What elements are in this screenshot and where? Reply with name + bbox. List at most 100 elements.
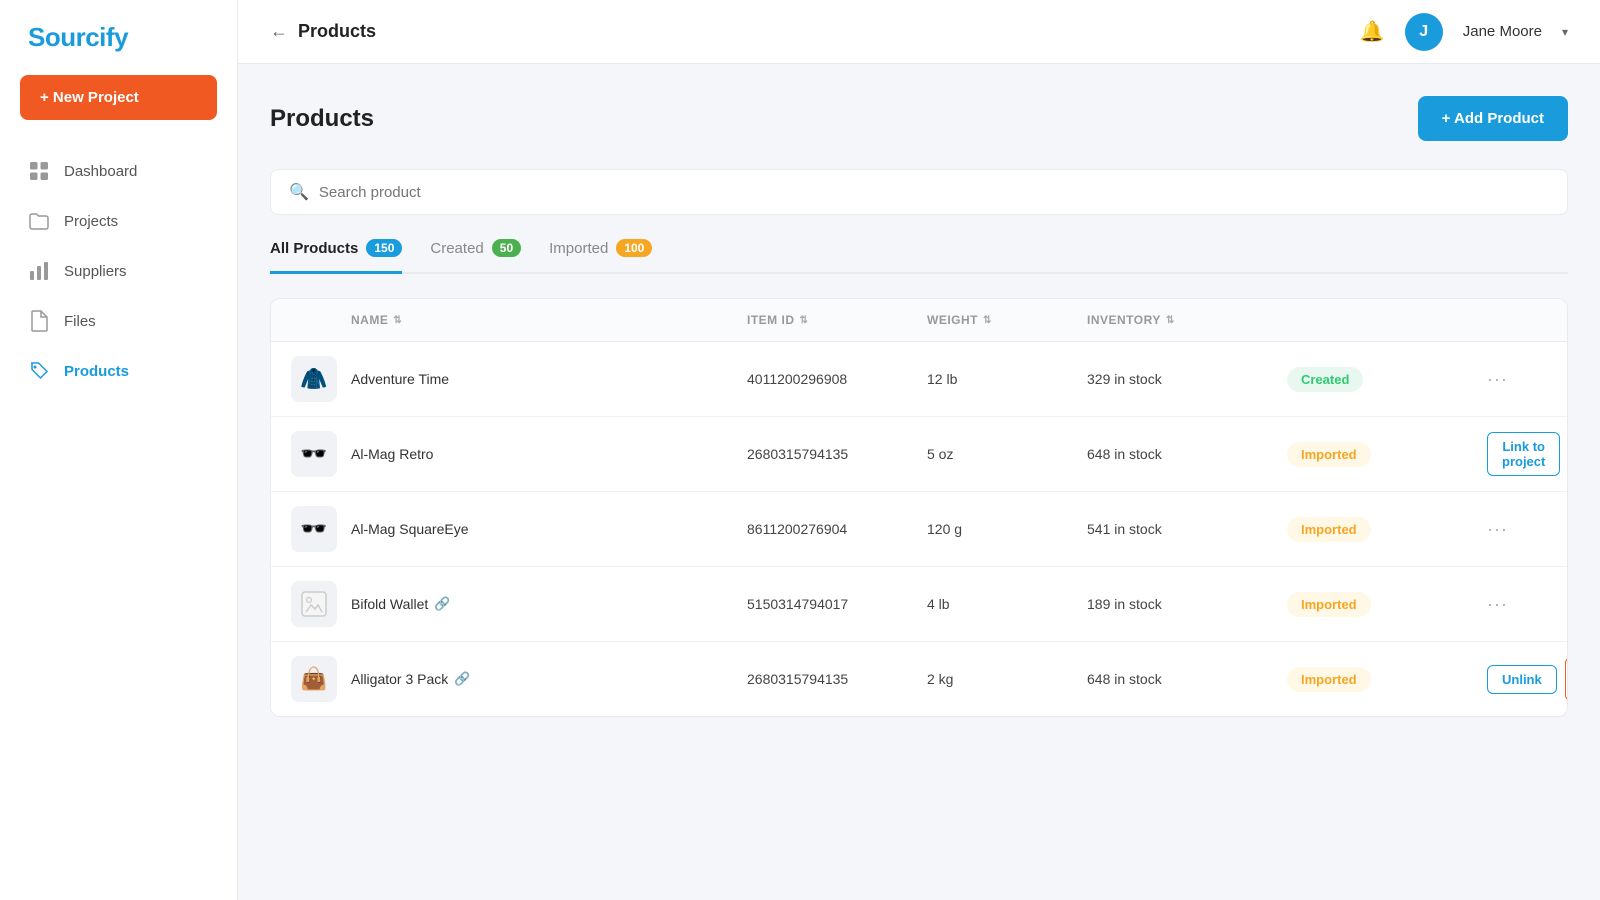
topbar: ← Products 🔔 J Jane Moore ▾ xyxy=(238,0,1600,64)
product-item-id: 2680315794135 xyxy=(747,446,927,462)
product-thumbnail: 🕶️ xyxy=(291,506,337,552)
content-header: Products + Add Product xyxy=(270,96,1568,141)
product-weight: 2 kg xyxy=(927,671,1087,687)
tag-icon xyxy=(28,360,50,382)
tab-created[interactable]: Created 50 xyxy=(430,239,521,274)
link-icon: 🔗 xyxy=(434,596,450,612)
sidebar-item-suppliers-label: Suppliers xyxy=(64,263,127,280)
product-actions: ··· xyxy=(1487,369,1547,390)
sidebar-item-products[interactable]: Products xyxy=(12,348,225,394)
more-options-button[interactable]: ··· xyxy=(1487,594,1508,614)
sidebar-item-files[interactable]: Files xyxy=(12,298,225,344)
topbar-title: Products xyxy=(298,21,376,42)
logo: Sourcify xyxy=(0,0,237,75)
product-status: Imported xyxy=(1287,517,1487,542)
product-weight: 12 lb xyxy=(927,371,1087,387)
avatar: J xyxy=(1405,13,1443,51)
sidebar-item-files-label: Files xyxy=(64,313,96,330)
product-name: Bifold Wallet 🔗 xyxy=(351,596,747,612)
sidebar-item-projects-label: Projects xyxy=(64,213,118,230)
product-inventory: 648 in stock xyxy=(1087,446,1287,462)
product-name: Al-Mag Retro xyxy=(351,446,747,462)
user-name: Jane Moore xyxy=(1463,23,1542,40)
tab-all-badge: 150 xyxy=(366,239,402,257)
tab-imported-badge: 100 xyxy=(616,239,652,257)
bell-icon[interactable]: 🔔 xyxy=(1360,19,1385,44)
sidebar-item-projects[interactable]: Projects xyxy=(12,198,225,244)
sort-weight-icon[interactable]: ⇅ xyxy=(983,315,992,326)
products-table: NAME ⇅ ITEM ID ⇅ WEIGHT ⇅ INVENTORY ⇅ xyxy=(270,298,1568,717)
sort-id-icon[interactable]: ⇅ xyxy=(800,315,809,326)
page-title: Products xyxy=(270,105,374,133)
th-item-id: ITEM ID ⇅ xyxy=(747,313,927,327)
back-arrow-icon[interactable]: ← xyxy=(270,21,288,42)
sidebar-item-suppliers[interactable]: Suppliers xyxy=(12,248,225,294)
tab-imported[interactable]: Imported 100 xyxy=(549,239,652,274)
content-area: Products + Add Product 🔍 All Products 15… xyxy=(238,64,1600,900)
product-actions: ··· xyxy=(1487,594,1547,615)
more-options-button[interactable]: ··· xyxy=(1487,519,1508,539)
table-row: 🧥 Adventure Time 4011200296908 12 lb 329… xyxy=(271,342,1567,417)
more-options-button[interactable]: ··· xyxy=(1487,369,1508,389)
product-thumbnail: 👜 xyxy=(291,656,337,702)
search-bar: 🔍 xyxy=(270,169,1568,215)
tab-all-label: All Products xyxy=(270,240,358,257)
create-project-button[interactable]: Create project xyxy=(1565,657,1568,701)
table-row: 🕶️ Al-Mag SquareEye 8611200276904 120 g … xyxy=(271,492,1567,567)
th-inventory: INVENTORY ⇅ xyxy=(1087,313,1287,327)
th-status xyxy=(1287,313,1487,327)
product-weight: 5 oz xyxy=(927,446,1087,462)
product-inventory: 541 in stock xyxy=(1087,521,1287,537)
product-name: Adventure Time xyxy=(351,371,747,387)
product-actions: Link to project Create project xyxy=(1487,432,1547,476)
new-project-button[interactable]: + New Project xyxy=(20,75,217,120)
tab-created-badge: 50 xyxy=(492,239,521,257)
table-row: 🕶️ Al-Mag Retro 2680315794135 5 oz 648 i… xyxy=(271,417,1567,492)
file-icon xyxy=(28,310,50,332)
table-row: Bifold Wallet 🔗 5150314794017 4 lb 189 i… xyxy=(271,567,1567,642)
product-item-id: 2680315794135 xyxy=(747,671,927,687)
sort-name-icon[interactable]: ⇅ xyxy=(393,315,402,326)
th-thumb xyxy=(291,313,351,327)
main-area: ← Products 🔔 J Jane Moore ▾ Products + A… xyxy=(238,0,1600,900)
status-badge: Imported xyxy=(1287,667,1371,692)
product-inventory: 329 in stock xyxy=(1087,371,1287,387)
product-weight: 120 g xyxy=(927,521,1087,537)
sidebar: Sourcify + New Project Dashboard Projec xyxy=(0,0,238,900)
tab-created-label: Created xyxy=(430,240,483,257)
product-thumbnail xyxy=(291,581,337,627)
unlink-button[interactable]: Unlink xyxy=(1487,665,1557,694)
th-actions xyxy=(1487,313,1547,327)
product-actions: Unlink Create project xyxy=(1487,657,1547,701)
link-to-project-button[interactable]: Link to project xyxy=(1487,432,1560,476)
product-thumbnail: 🧥 xyxy=(291,356,337,402)
topbar-right: 🔔 J Jane Moore ▾ xyxy=(1360,13,1568,51)
table-row: 👜 Alligator 3 Pack 🔗 2680315794135 2 kg … xyxy=(271,642,1567,716)
product-status: Created xyxy=(1287,367,1487,392)
table-header: NAME ⇅ ITEM ID ⇅ WEIGHT ⇅ INVENTORY ⇅ xyxy=(271,299,1567,342)
status-badge: Imported xyxy=(1287,442,1371,467)
product-item-id: 5150314794017 xyxy=(747,596,927,612)
sort-inventory-icon[interactable]: ⇅ xyxy=(1166,315,1175,326)
search-input[interactable] xyxy=(319,184,1549,201)
add-product-button[interactable]: + Add Product xyxy=(1418,96,1568,141)
product-item-id: 4011200296908 xyxy=(747,371,927,387)
grid-icon xyxy=(28,160,50,182)
topbar-left: ← Products xyxy=(270,21,376,42)
status-badge: Created xyxy=(1287,367,1363,392)
chart-icon xyxy=(28,260,50,282)
product-status: Imported xyxy=(1287,592,1487,617)
link-icon: 🔗 xyxy=(454,671,470,687)
product-status: Imported xyxy=(1287,442,1487,467)
folder-icon xyxy=(28,210,50,232)
product-status: Imported xyxy=(1287,667,1487,692)
product-thumbnail: 🕶️ xyxy=(291,431,337,477)
product-item-id: 8611200276904 xyxy=(747,521,927,537)
status-badge: Imported xyxy=(1287,592,1371,617)
chevron-down-icon[interactable]: ▾ xyxy=(1562,25,1568,39)
th-name: NAME ⇅ xyxy=(351,313,747,327)
product-name: Al-Mag SquareEye xyxy=(351,521,747,537)
tab-all-products[interactable]: All Products 150 xyxy=(270,239,402,274)
product-weight: 4 lb xyxy=(927,596,1087,612)
sidebar-item-dashboard[interactable]: Dashboard xyxy=(12,148,225,194)
